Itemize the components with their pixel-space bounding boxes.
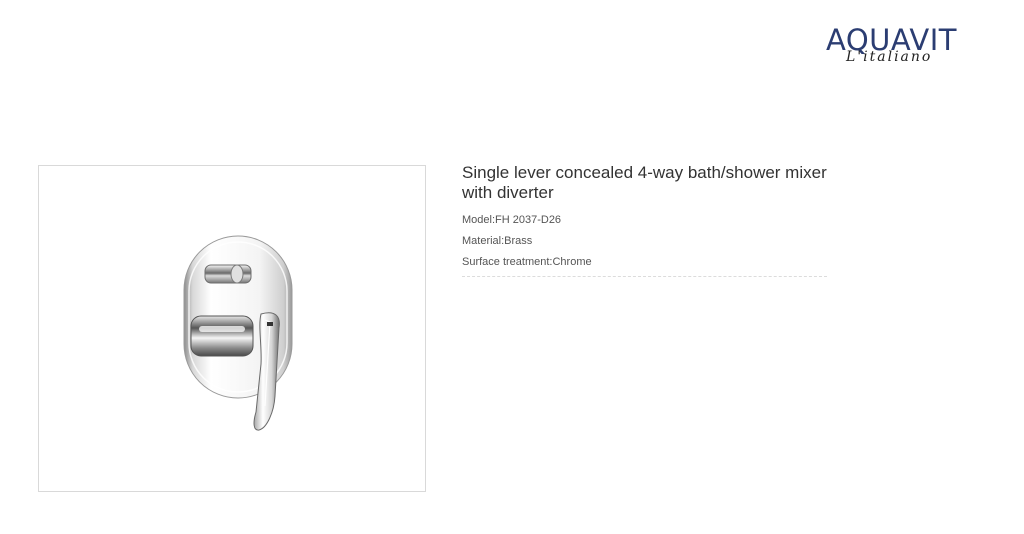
spec-material: Material:Brass xyxy=(462,235,533,247)
brand-logo[interactable]: AQUAVIT L'italiano xyxy=(826,24,986,66)
mixer-illustration xyxy=(183,235,293,431)
brand-tagline: L'italiano xyxy=(846,49,933,65)
spec-model: Model:FH 2037-D26 xyxy=(462,214,562,226)
product-title: Single lever concealed 4-way bath/shower… xyxy=(462,163,827,202)
product-details: Single lever concealed 4-way bath/shower… xyxy=(462,163,827,277)
details-divider xyxy=(462,276,827,277)
spec-surface: Surface treatment:Chrome xyxy=(462,256,592,268)
product-image xyxy=(38,165,426,492)
product-page: AQUAVIT L'italiano Single lever conceale… xyxy=(0,0,1024,534)
